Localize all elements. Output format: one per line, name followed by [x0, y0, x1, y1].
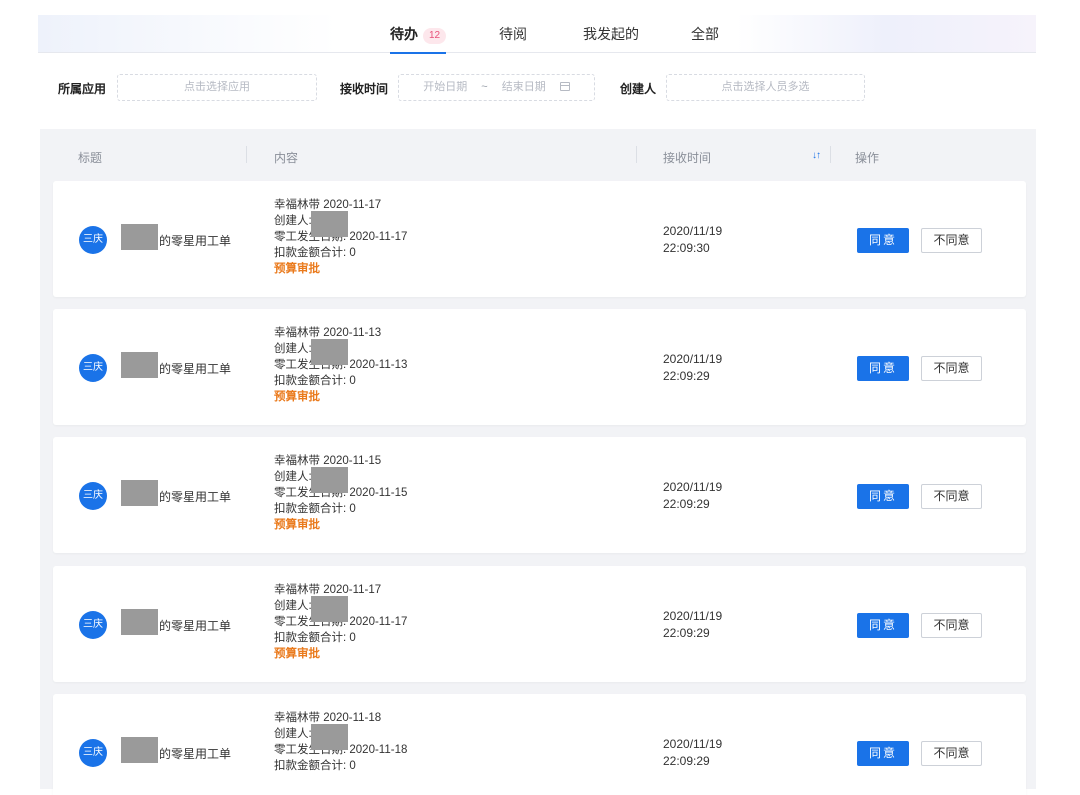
- receive-date: 2020/11/19: [663, 352, 723, 366]
- table-row: 三庆 的零星用工单 幸福林带 2020-11-15 创建人: 零工发生日期: 2020-…: [53, 437, 1026, 553]
- content-deduction-total: 扣款金额合计: 0: [274, 632, 356, 644]
- row-receive-time: 2020/11/19 22:09:29: [663, 479, 722, 513]
- calendar-icon: [559, 82, 570, 91]
- redacted-creator: [311, 211, 348, 237]
- table-row: 三庆 的零星用工单 幸福林带 2020-11-13 创建人: 零工发生日期: 2020-…: [53, 309, 1026, 425]
- avatar: 三庆: [79, 611, 107, 639]
- row-title[interactable]: 的零星用工单: [159, 745, 231, 762]
- header-title: 标题: [78, 151, 103, 165]
- header-divider: [636, 146, 637, 163]
- tab-initiated-label: 我发起的: [583, 26, 639, 42]
- disagree-button[interactable]: 不同意: [921, 741, 982, 766]
- content-deduction-total: 扣款金额合计: 0: [274, 503, 356, 515]
- row-content: 幸福林带 2020-11-17 创建人: 零工发生日期: 2020-11-17 扣款金…: [274, 582, 407, 662]
- row-content: 幸福林带 2020-11-13 创建人: 零工发生日期: 2020-11-13 扣款金…: [274, 325, 407, 405]
- header-divider: [830, 146, 831, 163]
- receive-clock: 22:09:29: [663, 626, 710, 640]
- redacted-name: [121, 737, 158, 763]
- content-budget-approval: 预算审批: [274, 519, 320, 531]
- end-date-placeholder: 结束日期: [501, 81, 546, 93]
- tab-to-read-label: 待阅: [499, 26, 527, 42]
- agree-button[interactable]: 同意: [857, 741, 909, 766]
- redacted-name: [121, 352, 158, 378]
- row-title[interactable]: 的零星用工单: [159, 488, 231, 505]
- date-range-picker[interactable]: 开始日期 ~ 结束日期: [398, 74, 595, 101]
- table-row: 三庆 的零星用工单 幸福林带 2020-11-17 创建人: 零工发生日期: 2020-…: [53, 566, 1026, 682]
- row-content: 幸福林带 2020-11-15 创建人: 零工发生日期: 2020-11-15 扣款金…: [274, 453, 407, 533]
- tab-initiated[interactable]: 我发起的: [583, 25, 639, 53]
- app-select[interactable]: 点击选择应用: [117, 74, 317, 101]
- header-content: 内容: [274, 151, 299, 165]
- app-filter-label: 所属应用: [58, 82, 107, 96]
- content-budget-approval: 预算审批: [274, 263, 320, 275]
- content-deduction-total: 扣款金额合计: 0: [274, 247, 356, 259]
- row-content: 幸福林带 2020-11-17 创建人: 零工发生日期: 2020-11-17 扣款金…: [274, 197, 407, 277]
- avatar: 三庆: [79, 226, 107, 254]
- receive-date: 2020/11/19: [663, 224, 723, 238]
- creator-select-placeholder: 点击选择人员多选: [721, 81, 810, 93]
- row-receive-time: 2020/11/19 22:09:29: [663, 736, 722, 770]
- sort-icon[interactable]: ↓↑: [812, 150, 821, 161]
- start-date-placeholder: 开始日期: [423, 81, 468, 93]
- receive-clock: 22:09:29: [663, 369, 710, 383]
- redacted-name: [121, 224, 158, 250]
- tab-bar: 待办 12 待阅 我发起的 全部: [38, 15, 1036, 54]
- content-deduction-total: 扣款金额合计: 0: [274, 760, 356, 772]
- creator-filter-label: 创建人: [620, 82, 657, 96]
- receive-clock: 22:09:29: [663, 754, 710, 768]
- tab-all-label: 全部: [691, 26, 719, 42]
- row-title[interactable]: 的零星用工单: [159, 617, 231, 634]
- header-action: 操作: [855, 151, 880, 165]
- redacted-creator: [311, 467, 348, 493]
- disagree-button[interactable]: 不同意: [921, 613, 982, 638]
- redacted-creator: [311, 724, 348, 750]
- receive-date: 2020/11/19: [663, 609, 723, 623]
- agree-button[interactable]: 同意: [857, 613, 909, 638]
- content-deduction-total: 扣款金额合计: 0: [274, 375, 356, 387]
- disagree-button[interactable]: 不同意: [921, 484, 982, 509]
- range-separator: ~: [481, 81, 488, 93]
- content-budget-approval: 预算审批: [274, 391, 320, 403]
- agree-button[interactable]: 同意: [857, 484, 909, 509]
- agree-button[interactable]: 同意: [857, 228, 909, 253]
- tab-todo[interactable]: 待办 12: [390, 25, 447, 54]
- row-title[interactable]: 的零星用工单: [159, 232, 231, 249]
- receive-date: 2020/11/19: [663, 737, 723, 751]
- table-row: 三庆 的零星用工单 幸福林带 2020-11-18 创建人: 零工发生日期: 2020-…: [53, 694, 1026, 795]
- tab-all[interactable]: 全部: [691, 25, 719, 53]
- receive-date: 2020/11/19: [663, 480, 723, 494]
- avatar: 三庆: [79, 482, 107, 510]
- row-title[interactable]: 的零星用工单: [159, 360, 231, 377]
- redacted-name: [121, 480, 158, 506]
- header-receive-time: 接收时间: [663, 151, 712, 165]
- time-filter-label: 接收时间: [340, 82, 389, 96]
- filter-bar: 所属应用 点击选择应用 接收时间 开始日期 ~ 结束日期 创建人 点击选择人员多选: [58, 74, 1058, 102]
- row-receive-time: 2020/11/19 22:09:30: [663, 223, 722, 257]
- todo-count-badge: 12: [423, 28, 447, 44]
- header-divider: [246, 146, 247, 163]
- disagree-button[interactable]: 不同意: [921, 356, 982, 381]
- tab-to-read[interactable]: 待阅: [499, 25, 527, 53]
- avatar: 三庆: [79, 739, 107, 767]
- receive-clock: 22:09:30: [663, 241, 710, 255]
- creator-select[interactable]: 点击选择人员多选: [666, 74, 865, 101]
- content-budget-approval: 预算审批: [274, 648, 320, 660]
- agree-button[interactable]: 同意: [857, 356, 909, 381]
- table-header: 标题 内容 接收时间 ↓↑ 操作: [40, 129, 1036, 179]
- redacted-creator: [311, 339, 348, 365]
- redacted-name: [121, 609, 158, 635]
- receive-clock: 22:09:29: [663, 497, 710, 511]
- todo-table: 标题 内容 接收时间 ↓↑ 操作 三庆 的零星用工单 幸福林带 2020-11-17…: [40, 129, 1036, 795]
- row-receive-time: 2020/11/19 22:09:29: [663, 351, 722, 385]
- table-row: 三庆 的零星用工单 幸福林带 2020-11-17 创建人: 零工发生日期: 2020-…: [53, 181, 1026, 297]
- app-select-placeholder: 点击选择应用: [184, 81, 250, 93]
- disagree-button[interactable]: 不同意: [921, 228, 982, 253]
- tab-todo-label: 待办: [390, 26, 418, 42]
- row-receive-time: 2020/11/19 22:09:29: [663, 608, 722, 642]
- redacted-creator: [311, 596, 348, 622]
- avatar: 三庆: [79, 354, 107, 382]
